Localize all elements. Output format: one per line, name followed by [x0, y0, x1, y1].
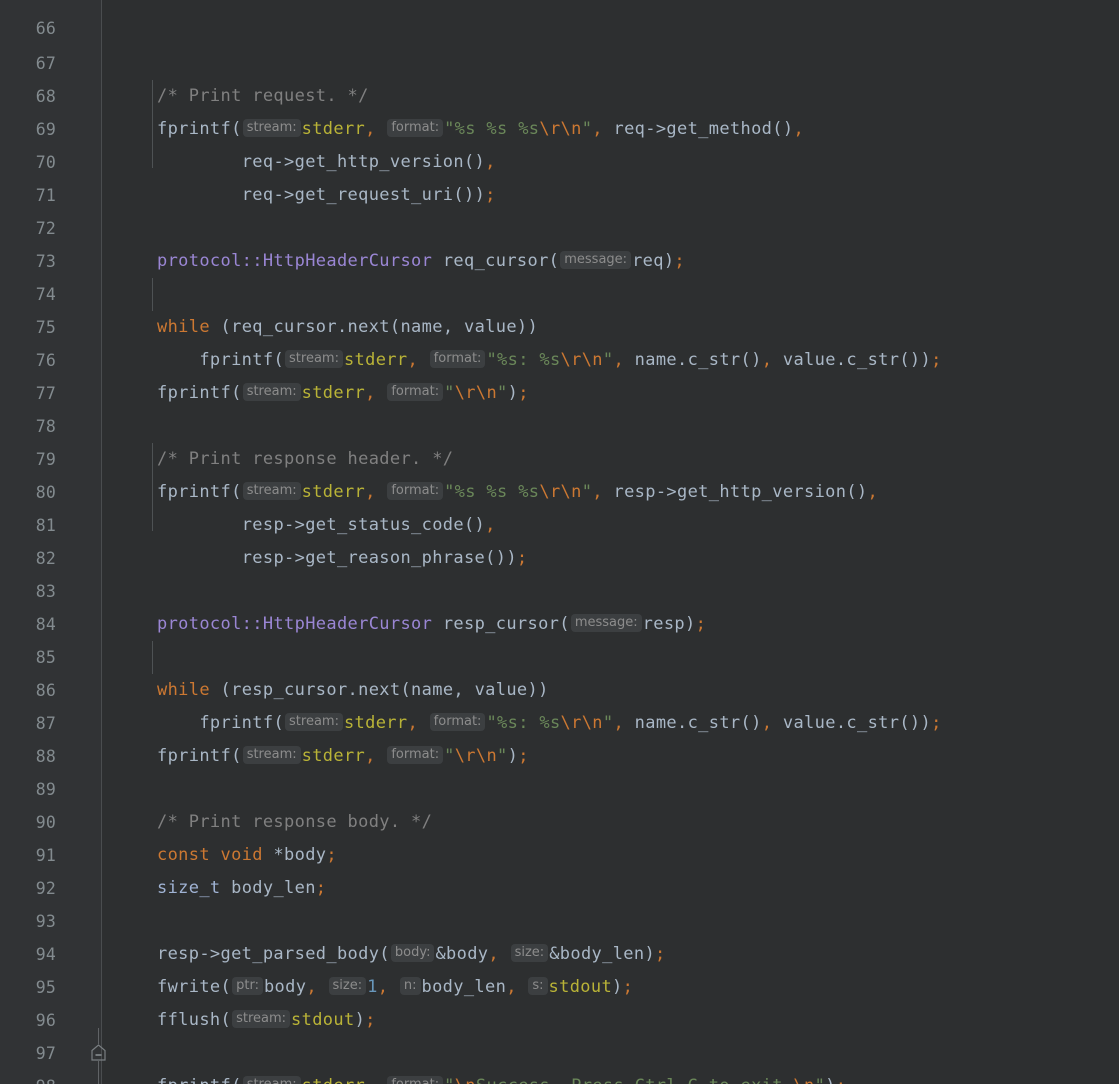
editor-line[interactable]: 88	[0, 707, 1119, 766]
editor-line[interactable]: 91 size_t body_len;	[0, 806, 1119, 898]
editor-line[interactable]: 82	[0, 509, 1119, 568]
editor-line[interactable]: 90 const void *body;	[0, 773, 1119, 865]
editor-line[interactable]: 66	[0, 0, 1119, 38]
editor-line[interactable]: 72 protocol::HttpHeaderCursor req_cursor…	[0, 179, 1119, 271]
editor-line[interactable]: 84	[0, 575, 1119, 634]
code-editor[interactable]: 66 67 /* Print request. */ 68 fprintf(st…	[0, 0, 1119, 1084]
editor-line[interactable]: 80 resp->get_status_code(),	[0, 443, 1119, 535]
editor-line[interactable]: 75 fprintf(stream: stderr, format: "%s: %s…	[0, 278, 1119, 370]
editor-line[interactable]: 85 while (resp_cursor.next(name, value))	[0, 608, 1119, 700]
editor-line[interactable]: 94 fwrite(ptr: body, size: 1, n: body_len, …	[0, 905, 1119, 997]
editor-line[interactable]: 73	[0, 212, 1119, 271]
editor-line[interactable]: 93 resp->get_parsed_body(body: &body, siz…	[0, 872, 1119, 964]
editor-line[interactable]: 77	[0, 344, 1119, 403]
editor-line[interactable]: 86 fprintf(stream: stderr, format: "%s: %s…	[0, 641, 1119, 733]
editor-line[interactable]: 78 /* Print response header. */	[0, 377, 1119, 469]
editor-line[interactable]: 99	[0, 1070, 1119, 1084]
editor-line[interactable]: 92	[0, 839, 1119, 898]
editor-line[interactable]: 83 protocol::HttpHeaderCursor resp_curso…	[0, 542, 1119, 634]
editor-line[interactable]: 81 resp->get_reason_phrase());	[0, 476, 1119, 568]
editor-line[interactable]: 70 req->get_request_uri());	[0, 113, 1119, 205]
editor-line[interactable]: 76 fprintf(stream: stderr, format: "\r\n")…	[0, 311, 1119, 403]
editor-line[interactable]: 69 req->get_http_version(),	[0, 80, 1119, 172]
editor-line[interactable]: 67 /* Print request. */	[0, 14, 1119, 106]
editor-line[interactable]: 74 while (req_cursor.next(name, value))	[0, 245, 1119, 337]
editor-line[interactable]: 87 fprintf(stream: stderr, format: "\r\n")…	[0, 674, 1119, 766]
editor-line[interactable]: 97 fprintf(stream:stderr, format:"\nSucc…	[0, 1004, 1119, 1084]
editor-line[interactable]: 79 fprintf(stream: stderr, format: "%s %s …	[0, 410, 1119, 502]
editor-line[interactable]: 95 fflush(stream: stdout);	[0, 938, 1119, 1030]
editor-line[interactable]: 71	[0, 146, 1119, 205]
editor-line[interactable]: 96	[0, 971, 1119, 1030]
editor-line[interactable]: 98 }	[0, 1037, 1119, 1084]
editor-line[interactable]: 68 fprintf(stream: stderr, format: "%s %s …	[0, 47, 1119, 139]
editor-line[interactable]: 89 /* Print response body. */	[0, 740, 1119, 832]
